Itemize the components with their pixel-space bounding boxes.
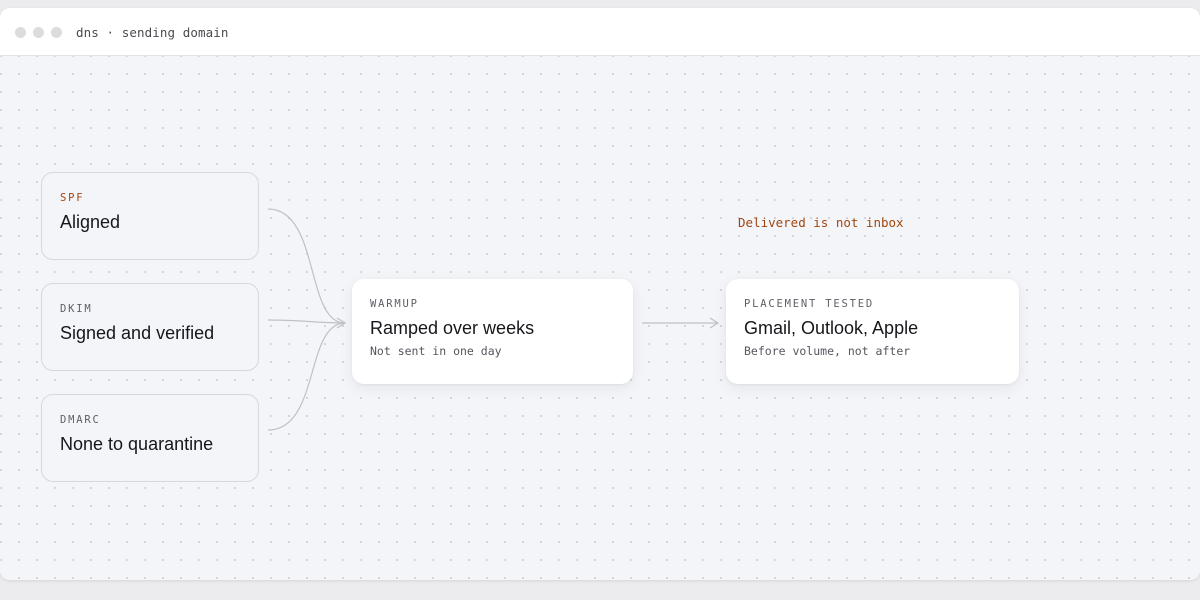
warmup-card[interactable]: WARMUP Ramped over weeks Not sent in one… [352,279,633,384]
spf-heading: Aligned [60,212,121,232]
dmarc-eyebrow: DMARC [60,414,101,426]
maximize-dot[interactable] [51,27,62,38]
warmup-heading: Ramped over weeks [370,318,535,338]
warmup-eyebrow: WARMUP [370,298,419,310]
dkim-heading: Signed and verified [60,323,215,343]
placement-eyebrow: PLACEMENT TESTED [744,298,874,310]
dmarc-heading: None to quarantine [60,434,214,454]
spf-eyebrow: SPF [60,192,85,204]
window-title: dns · sending domain [76,25,229,40]
placement-subtext: Before volume, not after [744,344,911,358]
placement-card[interactable]: PLACEMENT TESTED Gmail, Outlook, Apple B… [726,279,1019,384]
placement-heading: Gmail, Outlook, Apple [744,318,919,338]
connector-spf-to-warmup [267,208,346,324]
spf-card[interactable]: SPF Aligned [41,172,259,260]
dmarc-card[interactable]: DMARC None to quarantine [41,394,259,482]
dkim-eyebrow: DKIM [60,303,93,315]
title-bar: dns · sending domain [0,8,1200,56]
close-dot[interactable] [15,27,26,38]
dkim-card[interactable]: DKIM Signed and verified [41,283,259,371]
inbox-annotation: Delivered is not inbox [738,215,904,230]
diagram-canvas: SPF Aligned DKIM Signed and verified DMA… [0,56,1200,580]
connector-dkim-to-warmup [267,319,346,324]
connector-dmarc-to-warmup [267,322,346,431]
warmup-subtext: Not sent in one day [370,344,502,358]
minimize-dot[interactable] [33,27,44,38]
app-window: dns · sending domain SPF Aligned DKIM Si… [0,8,1200,580]
